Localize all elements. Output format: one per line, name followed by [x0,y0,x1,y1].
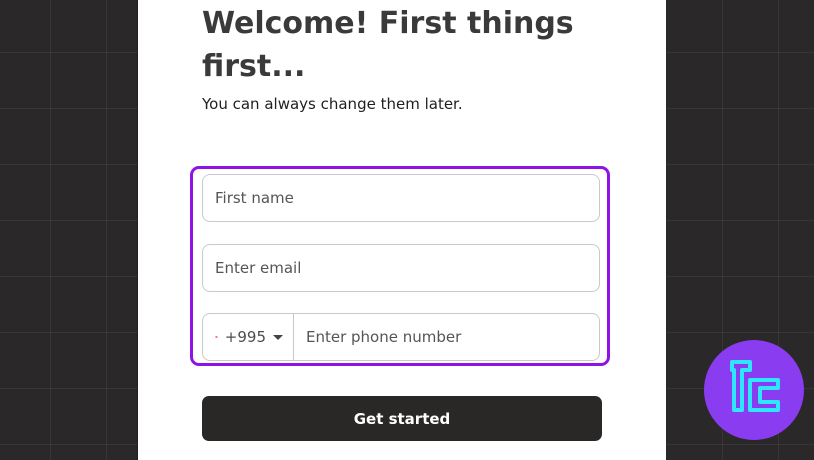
country-code-selector[interactable]: +995 [203,314,294,360]
brand-logo-icon [704,340,804,440]
chevron-down-icon [273,335,283,340]
country-code: +995 [225,328,266,346]
email-input[interactable] [203,245,599,291]
page-title: Welcome! First things first... [202,2,622,88]
email-field [202,244,600,292]
phone-input[interactable] [294,314,599,360]
georgia-flag-icon [215,331,218,343]
first-name-input[interactable] [203,175,599,221]
page-subtitle: You can always change them later. [202,95,463,113]
get-started-button[interactable]: Get started [202,396,602,441]
first-name-field [202,174,600,222]
onboarding-card: Welcome! First things first... You can a… [138,0,666,460]
phone-field: +995 [202,313,600,361]
